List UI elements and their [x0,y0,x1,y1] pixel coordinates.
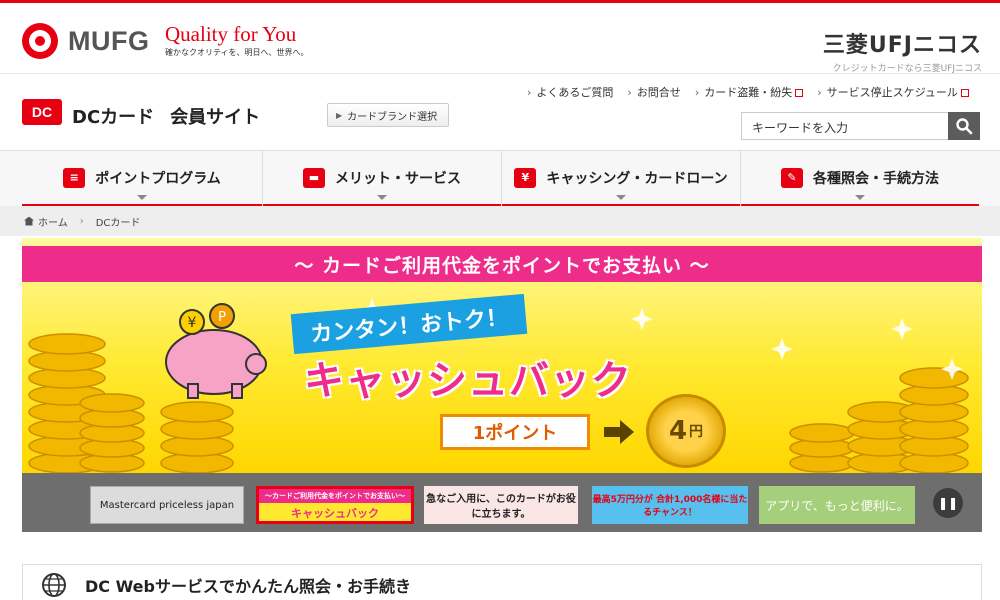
utility-link-schedule[interactable]: サービス停止スケジュール [817,86,958,99]
nav-label: ポイントプログラム [95,170,221,187]
pause-icon: ❚❚ [937,496,959,510]
yen-unit: 円 [689,424,704,440]
coin-stack-icon: ≡ [63,167,86,188]
edit-icon: ✎ [781,167,803,188]
site-title-member: 会員サイト [170,107,261,128]
search-button[interactable] [948,112,980,140]
chevron-down-icon [616,195,626,200]
dc-web-service-section: DC Webサービスでかんたん照会・お手続き [22,564,982,600]
thumb-mastercard-priceless[interactable]: Mastercard priceless japan [90,486,244,524]
dc-logo[interactable]: DC [22,99,62,125]
arrow-right-icon [604,420,634,444]
svg-text:¥: ¥ [188,315,197,331]
triangle-right-icon: ▶ [336,110,343,120]
card-brand-select-label: カードブランド選択 [347,111,438,123]
yen-value: 4 [668,416,688,446]
thumb-cashback-main: キャッシュバック [291,507,379,520]
top-bar: MUFG Quality for You 確かなクオリティを、明日へ、世界へ。 … [0,0,1000,74]
external-link-icon [795,89,804,97]
thumb-campaign[interactable]: 最高5万円分が 合計1,000名様に当たるチャンス！ [592,486,748,524]
search-icon [956,118,973,135]
breadcrumb-home[interactable]: ホーム [38,214,68,229]
mufg-logo[interactable]: MUFG [22,23,149,59]
chevron-down-icon [377,195,387,200]
site-header: DC DCカード会員サイト ▶ カードブランド選択 よくあるご質問 お問合せ カ… [0,74,1000,150]
yen-card-icon: ¥ [514,167,537,188]
site-title[interactable]: DCカード 会員サイト [72,103,260,129]
main-nav: ≡ ポイントプログラム ▬ メリット・サービス ¥ キャッシング・カードローン … [0,150,1000,207]
nav-label: 各種照会・手続方法 [813,170,939,187]
nav-label: キャッシング・カードローン [546,170,728,187]
utility-links: よくあるご質問 お問合せ カード盗難・紛失 サービス停止スケジュール [527,84,969,100]
card-brand-select-button[interactable]: ▶ カードブランド選択 [327,103,449,127]
banner-thumbnails: Mastercard priceless japan 〜カードご利用代金をポイン… [22,473,982,532]
utility-link-schedule-wrap: サービス停止スケジュール [817,84,969,100]
banner-points: 1ポイント [440,414,590,450]
breadcrumb: ホーム › DCカード [0,206,1000,236]
thumb-cashback-sub: 〜カードご利用代金をポイントでお支払い〜 [259,489,411,503]
hero-carousel: 〜 カードご利用代金をポイントでお支払い 〜 ¥ P カンタン！おトク！ キャッ… [0,236,1000,532]
yen-coin-value: 4円 [646,394,726,468]
chevron-down-icon [855,195,865,200]
thumb-cashback[interactable]: 〜カードご利用代金をポイントでお支払い〜 キャッシュバック [256,486,414,524]
svg-text:P: P [218,310,226,325]
banner-catch-cashback: キャッシュバック [304,358,632,404]
external-link-icon [960,89,969,97]
utility-link-theft-wrap: カード盗難・紛失 [695,84,804,100]
carousel-pause-button[interactable]: ❚❚ [933,488,963,518]
nav-merit-service[interactable]: ▬ メリット・サービス [263,151,501,207]
utility-link-theft[interactable]: カード盗難・紛失 [695,86,792,99]
nav-label: メリット・サービス [335,170,461,187]
site-title-card: DCカード [72,107,155,128]
globe-icon [42,572,66,597]
search-input[interactable]: キーワードを入力 [741,112,949,140]
thumb-cashing[interactable]: 急なご入用に、このカードがお役に立ちます。 [424,486,578,524]
utility-link-faq[interactable]: よくあるご質問 [527,84,613,100]
nav-inquiry-procedure[interactable]: ✎ 各種照会・手続方法 [741,151,979,207]
nav-cashing-loan[interactable]: ¥ キャッシング・カードローン [502,151,740,207]
breadcrumb-current: DCカード [95,217,141,229]
mufg-ring-icon [22,23,58,59]
nicos-main: 三菱UFJニコス [822,33,982,58]
card-icon: ▬ [303,167,325,188]
breadcrumb-separator: › [79,215,84,227]
section-title: DC Webサービスでかんたん照会・お手続き [85,576,411,596]
home-icon [24,216,34,226]
hero-banner[interactable]: 〜 カードご利用代金をポイントでお支払い 〜 ¥ P カンタン！おトク！ キャッ… [22,238,982,473]
nicos-logo[interactable]: 三菱UFJニコス クレジットカードなら三菱UFJニコス [823,27,982,74]
mufg-wordmark: MUFG [68,25,150,56]
utility-link-contact[interactable]: お問合せ [627,84,681,100]
quality-tagline: Quality for You 確かなクオリティを、明日へ、世界へ。 [165,23,309,58]
quality-sub: 確かなクオリティを、明日へ、世界へ。 [165,48,309,57]
banner-headline: 〜 カードご利用代金をポイントでお支払い 〜 [22,246,982,282]
nicos-sub: クレジットカードなら三菱UFJニコス [832,64,982,74]
thumb-app[interactable]: アプリで、もっと便利に。 [759,486,915,524]
quality-main: Quality for You [165,22,297,46]
chevron-down-icon [137,195,147,200]
piggy-bank-illustration: ¥ P [165,303,267,399]
nav-point-program[interactable]: ≡ ポイントプログラム [22,151,262,207]
